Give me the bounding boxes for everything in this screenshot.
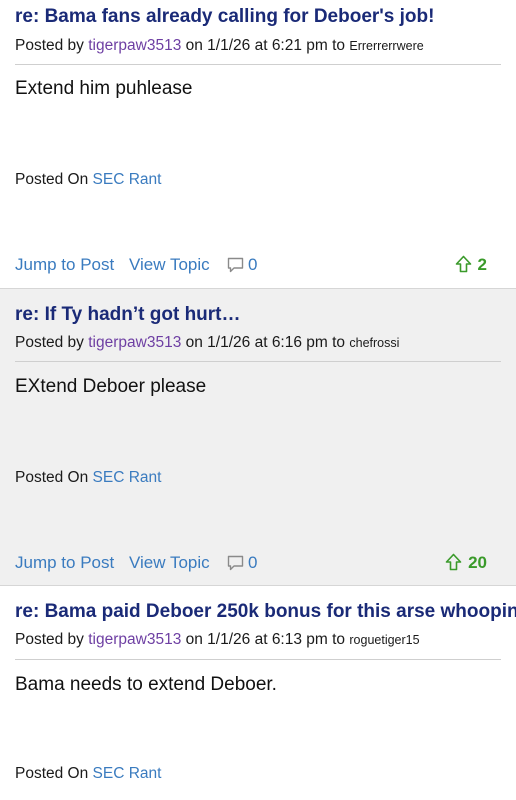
board-link[interactable]: SEC Rant bbox=[93, 765, 162, 782]
post-title[interactable]: re: Bama paid Deboer 250k bonus for this… bbox=[15, 601, 516, 623]
board-link[interactable]: SEC Rant bbox=[93, 469, 162, 486]
comment-bubble-icon bbox=[227, 555, 244, 571]
reply-to-user[interactable]: roguetiger15 bbox=[349, 633, 419, 647]
posted-by-label: Posted by bbox=[15, 631, 89, 648]
post-meta: Posted by tigerpaw3513 on 1/1/26 at 6:13… bbox=[15, 631, 420, 649]
board-link[interactable]: SEC Rant bbox=[93, 171, 162, 188]
comment-count: 0 bbox=[248, 255, 258, 274]
post-title[interactable]: re: Bama fans already calling for Deboer… bbox=[15, 6, 434, 28]
view-topic-link[interactable]: View Topic bbox=[129, 553, 210, 573]
reply-to-user[interactable]: Errerrerrwere bbox=[349, 39, 423, 53]
upvote-arrow-icon bbox=[455, 255, 471, 273]
author-link[interactable]: tigerpaw3513 bbox=[88, 334, 181, 351]
post-body: Bama needs to extend Deboer. bbox=[15, 674, 277, 695]
upvote-button[interactable]: 20 bbox=[445, 553, 487, 573]
post-date-text: on 1/1/26 at 6:16 pm to bbox=[181, 334, 350, 351]
divider bbox=[15, 64, 501, 65]
post-title[interactable]: re: If Ty hadn’t got hurt… bbox=[15, 304, 241, 326]
post-date-text: on 1/1/26 at 6:21 pm to bbox=[181, 37, 350, 54]
posted-by-label: Posted by bbox=[15, 37, 89, 54]
post-feed: re: Bama fans already calling for Deboer… bbox=[0, 0, 516, 800]
comments-button[interactable]: 0 bbox=[227, 553, 257, 573]
upvote-button[interactable]: 2 bbox=[455, 255, 487, 275]
post-body: EXtend Deboer please bbox=[15, 376, 207, 397]
posted-on-label: Posted On bbox=[15, 765, 93, 782]
reply-to-user[interactable]: chefrossi bbox=[349, 336, 399, 350]
divider bbox=[15, 361, 501, 362]
comments-button[interactable]: 0 bbox=[227, 255, 257, 275]
view-topic-link[interactable]: View Topic bbox=[129, 255, 210, 275]
comment-count: 0 bbox=[248, 553, 258, 572]
post-item: re: Bama fans already calling for Deboer… bbox=[0, 0, 516, 288]
posted-on: Posted On SEC Rant bbox=[15, 469, 161, 487]
upvote-count: 20 bbox=[468, 553, 487, 572]
post-body: Extend him puhlease bbox=[15, 78, 193, 99]
post-item: re: If Ty hadn’t got hurt… Posted by tig… bbox=[0, 288, 516, 586]
posted-by-label: Posted by bbox=[15, 334, 89, 351]
posted-on: Posted On SEC Rant bbox=[15, 171, 161, 189]
post-meta: Posted by tigerpaw3513 on 1/1/26 at 6:16… bbox=[15, 334, 399, 352]
post-item: re: Bama paid Deboer 250k bonus for this… bbox=[0, 586, 516, 800]
author-link[interactable]: tigerpaw3513 bbox=[88, 631, 181, 648]
divider bbox=[15, 659, 501, 660]
posted-on-label: Posted On bbox=[15, 469, 93, 486]
comment-bubble-icon bbox=[227, 257, 244, 273]
post-actions: Jump to Post View Topic 0 2 bbox=[15, 255, 501, 279]
posted-on-label: Posted On bbox=[15, 171, 93, 188]
author-link[interactable]: tigerpaw3513 bbox=[88, 37, 181, 54]
posted-on: Posted On SEC Rant bbox=[15, 765, 161, 783]
upvote-count: 2 bbox=[477, 255, 487, 274]
jump-to-post-link[interactable]: Jump to Post bbox=[15, 255, 114, 275]
post-date-text: on 1/1/26 at 6:13 pm to bbox=[181, 631, 350, 648]
post-meta: Posted by tigerpaw3513 on 1/1/26 at 6:21… bbox=[15, 37, 424, 55]
post-actions: Jump to Post View Topic 0 20 bbox=[15, 553, 501, 577]
upvote-arrow-icon bbox=[445, 553, 462, 571]
jump-to-post-link[interactable]: Jump to Post bbox=[15, 553, 114, 573]
